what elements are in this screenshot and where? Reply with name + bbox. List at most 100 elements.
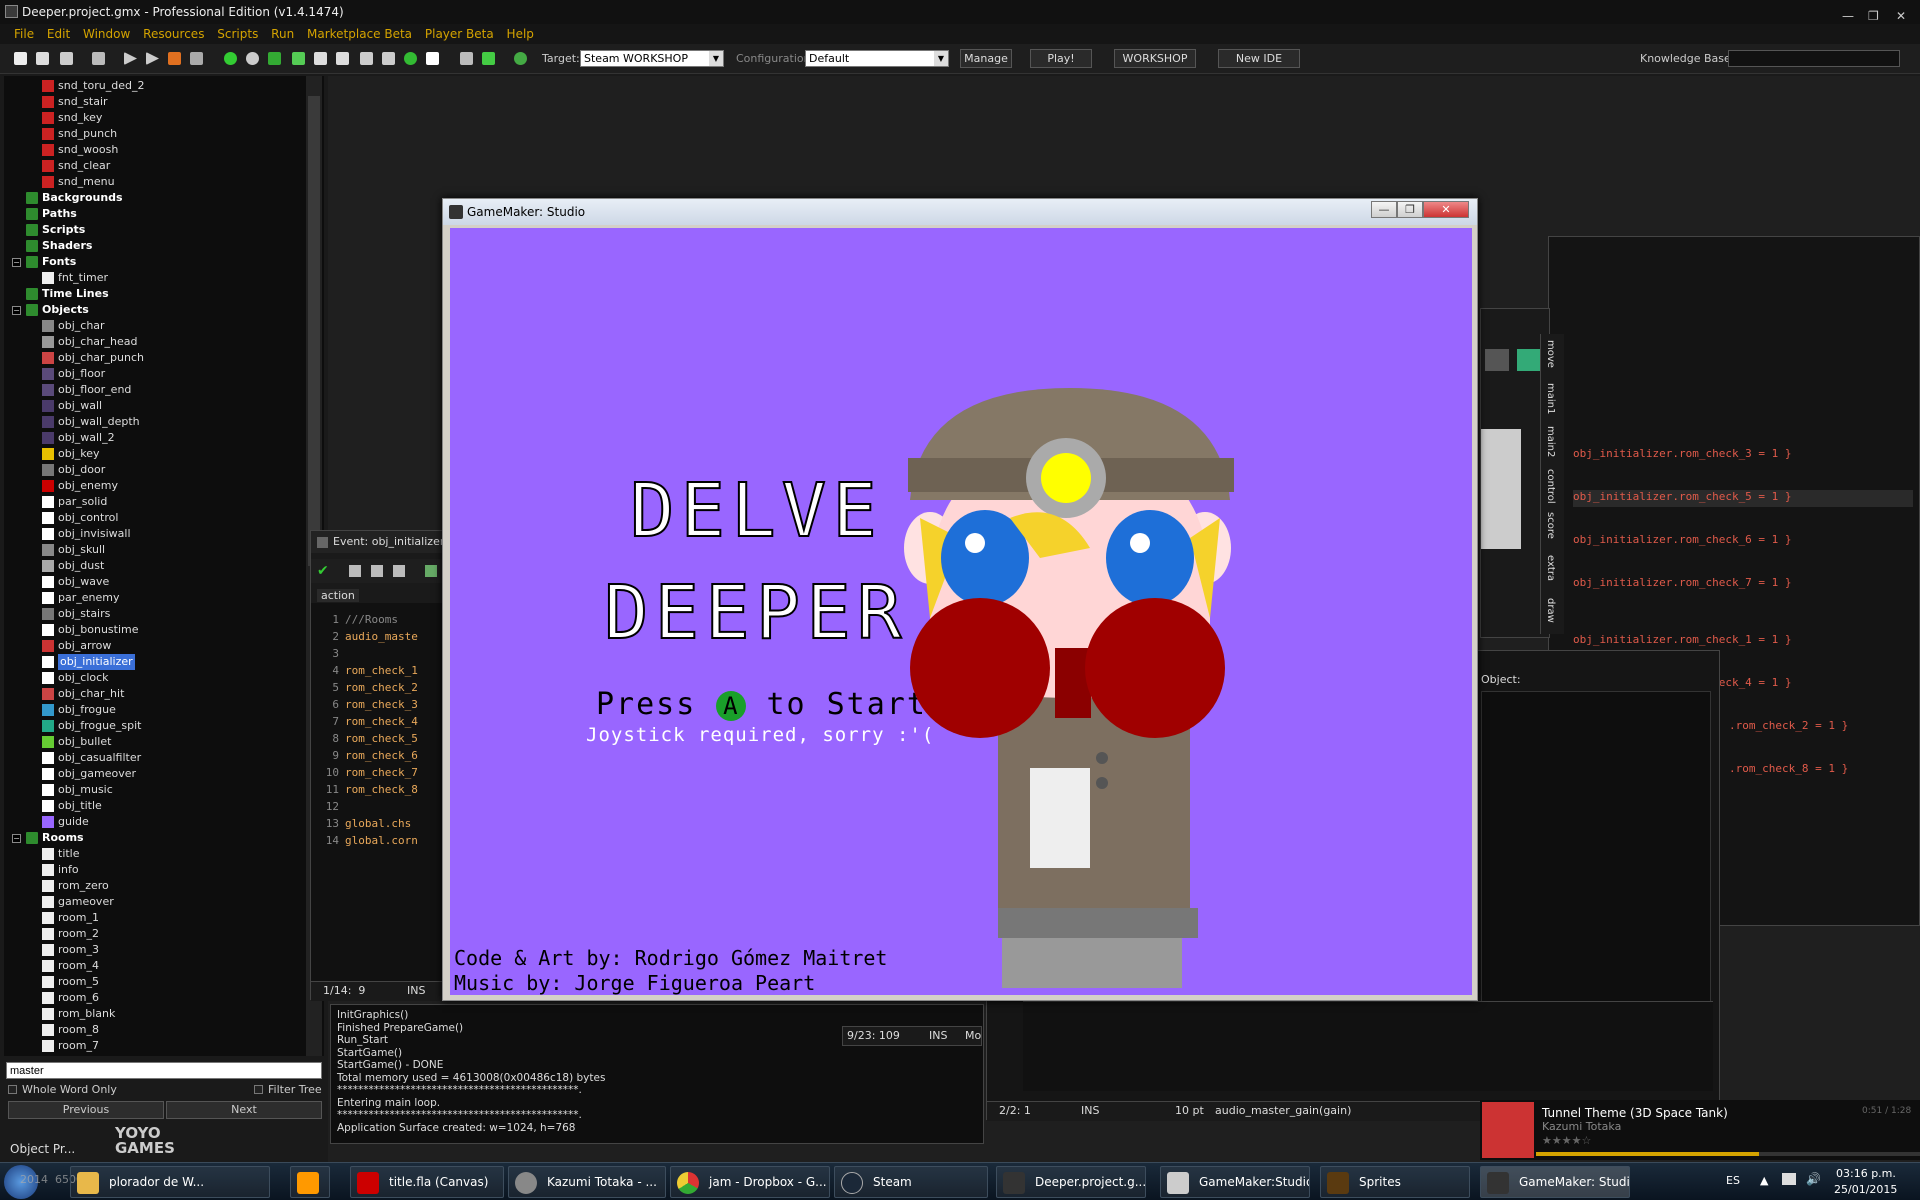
rating-stars[interactable]: ★★★★☆ bbox=[1542, 1134, 1591, 1147]
collapse-icon[interactable]: − bbox=[12, 258, 21, 267]
create-shader-icon[interactable] bbox=[336, 52, 349, 65]
knowledge-base-input[interactable] bbox=[1728, 50, 1900, 67]
undo-icon[interactable] bbox=[425, 565, 437, 577]
create-script-icon[interactable] bbox=[314, 52, 327, 65]
help-document-icon bbox=[1167, 1172, 1189, 1194]
game-close-button[interactable]: ✕ bbox=[1423, 201, 1469, 218]
whole-word-label: Whole Word Only bbox=[22, 1083, 117, 1096]
open-icon[interactable] bbox=[349, 565, 361, 577]
create-timeline-icon[interactable] bbox=[382, 52, 395, 65]
new-ide-button[interactable]: New IDE bbox=[1218, 49, 1300, 68]
language-indicator[interactable]: ES bbox=[1726, 1174, 1740, 1187]
action-icon[interactable] bbox=[1517, 349, 1541, 371]
menu-help[interactable]: Help bbox=[507, 27, 534, 41]
workshop-button[interactable]: WORKSHOP bbox=[1114, 49, 1196, 68]
print-icon[interactable] bbox=[393, 565, 405, 577]
target-label: Target: bbox=[542, 52, 580, 65]
tab-draw[interactable]: draw bbox=[1545, 598, 1556, 623]
tray-up-icon[interactable]: ▲ bbox=[1760, 1174, 1768, 1187]
tab-control[interactable]: control bbox=[1545, 469, 1556, 504]
create-sprite-icon[interactable] bbox=[224, 52, 237, 65]
create-font-icon[interactable] bbox=[360, 52, 373, 65]
bottom-editor[interactable] bbox=[1023, 1001, 1713, 1091]
action-icon[interactable] bbox=[1485, 349, 1509, 371]
create-room-icon[interactable] bbox=[426, 52, 439, 65]
joystick-notice: Joystick required, sorry :'( bbox=[586, 724, 935, 746]
game-maximize-button[interactable]: ❐ bbox=[1397, 201, 1423, 218]
object-props-tab[interactable]: Object Pr... bbox=[10, 1142, 75, 1156]
open-project-icon[interactable] bbox=[36, 52, 49, 65]
menu-player[interactable]: Player Beta bbox=[425, 27, 494, 41]
game-info-icon[interactable] bbox=[460, 52, 473, 65]
collapse-icon[interactable]: − bbox=[12, 306, 21, 315]
check-icon[interactable]: ✔ bbox=[317, 563, 329, 579]
room-icon bbox=[42, 1008, 54, 1020]
tab-extra[interactable]: extra bbox=[1545, 555, 1556, 581]
taskbar-music[interactable]: Kazumi Totaka - ... bbox=[508, 1166, 666, 1198]
menu-file[interactable]: File bbox=[14, 27, 34, 41]
clean-icon[interactable] bbox=[190, 52, 203, 65]
object-sprite-icon bbox=[42, 416, 54, 428]
taskbar-chrome[interactable]: jam - Dropbox - G... bbox=[670, 1166, 830, 1198]
create-exe-icon[interactable] bbox=[92, 52, 105, 65]
event-code-area[interactable]: 1 ///Rooms 2 audio_maste 3 4 rom_check_1 5 rom_c… bbox=[311, 603, 461, 983]
menu-window[interactable]: Window bbox=[83, 27, 130, 41]
code-text: audio_maste bbox=[345, 630, 418, 643]
whole-word-checkbox[interactable] bbox=[8, 1085, 17, 1094]
tab-main1[interactable]: main1 bbox=[1545, 383, 1556, 414]
taskbar-gm-runner[interactable]: GameMaker: Studio bbox=[1480, 1166, 1630, 1198]
taskbar-media[interactable] bbox=[290, 1166, 330, 1198]
manage-button[interactable]: Manage bbox=[960, 49, 1012, 68]
action-list[interactable] bbox=[1481, 429, 1521, 549]
menu-bar: File Edit Window Resources Scripts Run M… bbox=[0, 24, 1920, 44]
create-sound-icon[interactable] bbox=[246, 52, 259, 65]
taskbar-bridge[interactable]: Sprites bbox=[1320, 1166, 1470, 1198]
stop-icon[interactable] bbox=[168, 52, 181, 65]
global-settings-icon[interactable] bbox=[482, 52, 495, 65]
taskbar-steam[interactable]: Steam bbox=[834, 1166, 988, 1198]
create-path-icon[interactable] bbox=[292, 52, 305, 65]
save-icon[interactable] bbox=[371, 565, 383, 577]
sound-icon bbox=[42, 176, 54, 188]
tab-action[interactable]: action bbox=[317, 589, 359, 602]
song-progress[interactable] bbox=[1536, 1152, 1920, 1156]
menu-scripts[interactable]: Scripts bbox=[217, 27, 258, 41]
network-icon[interactable] bbox=[1782, 1173, 1796, 1185]
scrollbar-thumb[interactable] bbox=[308, 96, 320, 566]
volume-icon[interactable]: 🔊 bbox=[1806, 1172, 1821, 1186]
play-button[interactable]: Play! bbox=[1030, 49, 1092, 68]
tab-score[interactable]: score bbox=[1545, 512, 1556, 539]
collapse-icon[interactable]: − bbox=[12, 834, 21, 843]
help-icon[interactable] bbox=[514, 52, 527, 65]
menu-marketplace[interactable]: Marketplace Beta bbox=[307, 27, 412, 41]
target-select[interactable]: Steam WORKSHOP ▼ bbox=[580, 50, 724, 67]
taskbar-explorer[interactable]: plorador de W... bbox=[70, 1166, 270, 1198]
menu-run[interactable]: Run bbox=[271, 27, 294, 41]
new-project-icon[interactable] bbox=[14, 52, 27, 65]
configuration-select[interactable]: Default ▼ bbox=[805, 50, 949, 67]
game-window: GameMaker: Studio — ❐ ✕ DELVE DEEPER Pre… bbox=[442, 198, 1478, 1001]
next-button[interactable]: Next bbox=[166, 1101, 322, 1119]
create-background-icon[interactable] bbox=[268, 52, 281, 65]
run-icon[interactable] bbox=[124, 52, 137, 65]
game-minimize-button[interactable]: — bbox=[1371, 201, 1397, 218]
tab-move[interactable]: move bbox=[1545, 340, 1556, 368]
taskbar-project[interactable]: Deeper.project.g... bbox=[996, 1166, 1146, 1198]
taskbar-gm-help[interactable]: GameMaker:Studio bbox=[1160, 1166, 1310, 1198]
save-project-icon[interactable] bbox=[60, 52, 73, 65]
search-input[interactable] bbox=[6, 1062, 322, 1079]
menu-resources[interactable]: Resources bbox=[143, 27, 204, 41]
game-canvas[interactable]: DELVE DEEPER Press A to Start Joystick r… bbox=[450, 228, 1472, 995]
taskbar-flash[interactable]: title.fla (Canvas) bbox=[350, 1166, 504, 1198]
create-object-icon[interactable] bbox=[404, 52, 417, 65]
menu-edit[interactable]: Edit bbox=[47, 27, 70, 41]
tree-item-label: guide bbox=[58, 815, 89, 828]
filter-tree-checkbox[interactable] bbox=[254, 1085, 263, 1094]
previous-button[interactable]: Previous bbox=[8, 1101, 164, 1119]
tab-main2[interactable]: main2 bbox=[1545, 426, 1556, 457]
event-status-mode: INS bbox=[407, 984, 426, 997]
compile-output-panel: InitGraphics() Finished PrepareGame() Run_… bbox=[330, 1004, 984, 1144]
clock-time[interactable]: 03:16 p.m. bbox=[1836, 1167, 1896, 1180]
clock-date[interactable]: 25/01/2015 bbox=[1834, 1183, 1897, 1196]
debug-icon[interactable] bbox=[146, 52, 159, 65]
